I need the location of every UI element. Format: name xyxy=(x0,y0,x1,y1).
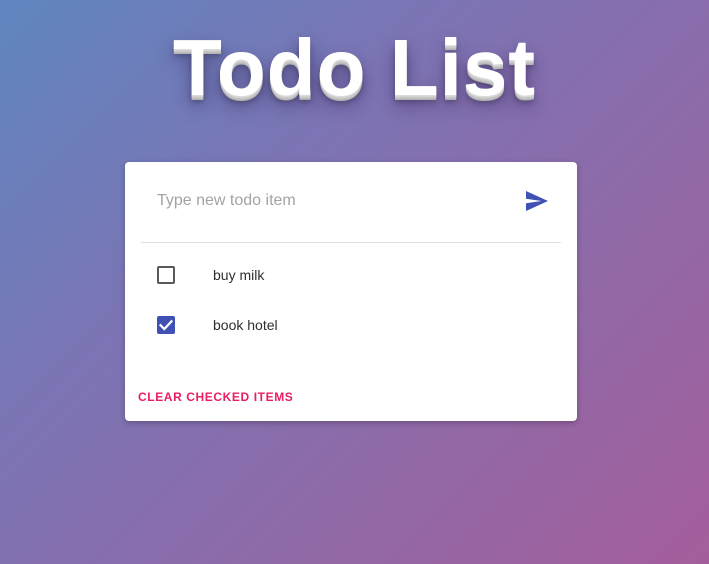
page-title: Todo List xyxy=(173,23,536,112)
todo-checkbox[interactable] xyxy=(157,266,175,284)
todo-card: buy milk book hotel CLEAR CHECKED ITEMS xyxy=(125,162,577,421)
check-icon xyxy=(158,319,174,331)
todo-label: buy milk xyxy=(213,267,265,283)
list-item: book hotel xyxy=(141,300,561,350)
new-todo-input[interactable] xyxy=(157,188,497,214)
new-todo-row xyxy=(141,162,561,243)
send-icon xyxy=(526,191,548,211)
send-button[interactable] xyxy=(525,190,551,214)
todo-label: book hotel xyxy=(213,317,278,333)
todo-checkbox[interactable] xyxy=(157,316,175,334)
todo-list: buy milk book hotel xyxy=(141,250,561,350)
clear-checked-button[interactable]: CLEAR CHECKED ITEMS xyxy=(138,390,293,404)
list-item: buy milk xyxy=(141,250,561,300)
